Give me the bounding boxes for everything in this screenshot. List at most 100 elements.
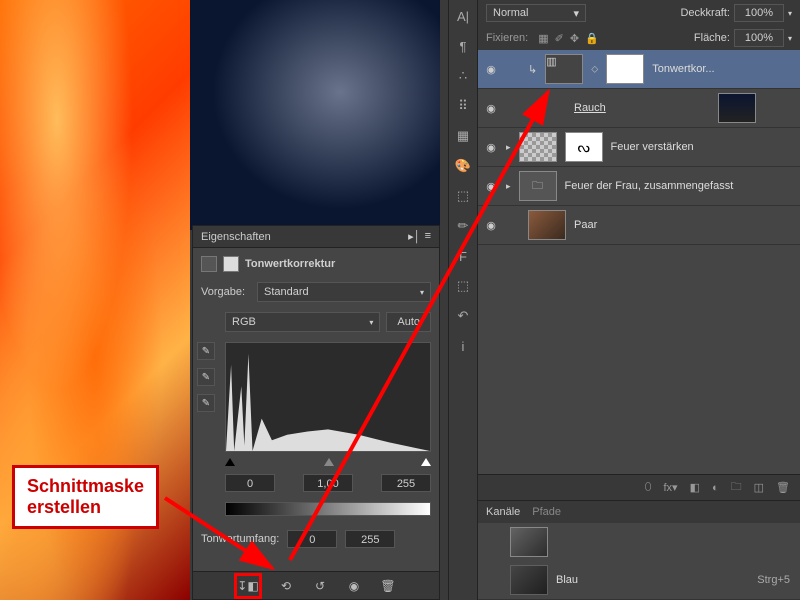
properties-title: Eigenschaften xyxy=(201,231,271,243)
lock-all-icon[interactable]: 🔒 xyxy=(585,32,599,45)
visibility-toggle-icon[interactable]: ◉ xyxy=(484,219,498,232)
eyedropper-white-icon[interactable]: ✎ xyxy=(197,394,215,412)
character-panel-icon[interactable]: A| xyxy=(453,6,473,26)
eyedropper-gray-icon[interactable]: ✎ xyxy=(197,368,215,386)
lock-pixels-icon[interactable]: ✐ xyxy=(555,32,564,45)
layer-name[interactable]: Tonwertkor... xyxy=(652,63,714,75)
layer-thumb-levels[interactable]: ▥ xyxy=(545,54,583,84)
new-group-icon[interactable]: 🗀 xyxy=(731,478,742,497)
adjustment-name: Tonwertkorrektur xyxy=(245,258,335,270)
layer-name[interactable]: Feuer verstärken xyxy=(611,141,694,153)
layer-row[interactable]: ◉ Rauch xyxy=(478,89,800,128)
chevron-down-icon[interactable]: ▾ xyxy=(788,9,792,18)
preset-label: Vorgabe: xyxy=(201,286,251,298)
annotation-callout: Schnittmaske erstellen xyxy=(12,465,159,529)
folder-icon[interactable]: 🗀 xyxy=(519,171,557,201)
tab-paths[interactable]: Pfade xyxy=(532,506,561,518)
visibility-icon[interactable]: ◉ xyxy=(344,577,364,595)
channel-shortcut: Strg+5 xyxy=(757,574,790,586)
panel-collapse-icon[interactable]: ▸│ xyxy=(408,230,420,243)
input-black-field[interactable]: 0 xyxy=(225,474,275,492)
output-white-field[interactable]: 255 xyxy=(345,530,395,548)
output-black-field[interactable]: 0 xyxy=(287,530,337,548)
input-sliders[interactable] xyxy=(225,458,431,470)
output-label: Tonwertumfang: xyxy=(201,533,279,545)
chevron-down-icon: ▾ xyxy=(573,7,579,20)
visibility-toggle-icon[interactable]: ◉ xyxy=(484,102,498,115)
lock-position-icon[interactable]: ✥ xyxy=(570,32,579,45)
input-gamma-field[interactable]: 1,00 xyxy=(303,474,353,492)
chevron-down-icon: ▾ xyxy=(369,318,373,327)
layer-mask-thumb[interactable]: ᔓ xyxy=(565,132,603,162)
canvas-smoke-area xyxy=(190,0,440,230)
adjustment-title-row: Tonwertkorrektur xyxy=(201,256,431,272)
tab-channels[interactable]: Kanäle xyxy=(486,506,520,518)
layer-name[interactable]: Paar xyxy=(574,219,597,231)
channel-row[interactable]: Blau Strg+5 xyxy=(478,561,800,600)
auto-button[interactable]: Auto xyxy=(386,312,431,332)
channel-thumb[interactable] xyxy=(510,565,548,595)
expand-arrow-icon[interactable]: ▸ xyxy=(506,142,511,153)
brush-settings-icon[interactable]: F xyxy=(453,246,473,266)
paragraph-panel-icon[interactable]: ¶ xyxy=(453,36,473,56)
white-point-slider[interactable] xyxy=(421,458,431,466)
layer-thumb[interactable] xyxy=(528,210,566,240)
layer-row[interactable]: ◉ Paar xyxy=(478,206,800,245)
mask-icon xyxy=(223,256,239,272)
channels-panel: Kanäle Pfade Blau Strg+5 xyxy=(478,500,800,600)
color-icon[interactable]: 🎨 xyxy=(453,156,473,176)
panel-menu-icon[interactable]: ≡ xyxy=(425,230,431,243)
styles-icon[interactable]: ∴ xyxy=(453,66,473,86)
black-point-slider[interactable] xyxy=(225,458,235,466)
info-icon[interactable]: i xyxy=(453,336,473,356)
layer-thumb[interactable] xyxy=(519,132,557,162)
channel-name[interactable]: Blau xyxy=(556,574,578,586)
layer-row[interactable]: ◉ ▸ 🗀 Feuer der Frau, zusammengefasst xyxy=(478,167,800,206)
input-white-field[interactable]: 255 xyxy=(381,474,431,492)
properties-header: Eigenschaften ▸│ ≡ xyxy=(193,226,439,248)
brush-presets-icon[interactable]: ⠿ xyxy=(453,96,473,116)
chevron-down-icon[interactable]: ▾ xyxy=(788,34,792,43)
opacity-field[interactable]: 100% xyxy=(734,4,784,22)
swatches-icon[interactable]: ▦ xyxy=(453,126,473,146)
trash-icon[interactable]: 🗑 xyxy=(378,577,398,595)
layer-row[interactable]: ◉ ↳ ▥ ⬦ Tonwertkor... xyxy=(478,50,800,89)
layer-name[interactable]: Rauch xyxy=(574,102,606,114)
eyedropper-black-icon[interactable]: ✎ xyxy=(197,342,215,360)
expand-arrow-icon[interactable]: ▸ xyxy=(506,181,511,192)
reset-icon[interactable]: ↺ xyxy=(310,577,330,595)
channel-thumb[interactable] xyxy=(510,527,548,557)
clip-to-layer-button[interactable]: ↧◧ xyxy=(238,577,258,595)
layer-fx-icon[interactable]: fx▾ xyxy=(663,481,677,494)
clone-source-icon[interactable]: ⬚ xyxy=(453,276,473,296)
new-adjustment-icon[interactable]: ◐ xyxy=(712,482,719,494)
channel-select[interactable]: RGB▾ xyxy=(225,312,380,332)
visibility-toggle-icon[interactable]: ◉ xyxy=(484,180,498,193)
gamma-slider[interactable] xyxy=(324,458,334,466)
layer-thumb[interactable] xyxy=(718,93,756,123)
clip-indicator-icon: ↳ xyxy=(528,63,537,76)
actions-icon[interactable]: ⬚ xyxy=(453,186,473,206)
new-layer-icon[interactable]: ◫ xyxy=(754,481,764,494)
blend-mode-select[interactable]: Normal▾ xyxy=(486,4,586,22)
output-gradient[interactable] xyxy=(225,502,431,516)
brush-icon[interactable]: ✏ xyxy=(453,216,473,236)
add-mask-icon[interactable]: ◧ xyxy=(690,481,700,494)
levels-icon xyxy=(201,256,217,272)
link-layers-icon[interactable]: ⬯ xyxy=(645,481,652,494)
fill-field[interactable]: 100% xyxy=(734,29,784,47)
visibility-toggle-icon[interactable]: ◉ xyxy=(484,141,498,154)
layers-footer: ⬯ fx▾ ◧ ◐ 🗀 ◫ 🗑 xyxy=(478,474,800,500)
layer-name[interactable]: Feuer der Frau, zusammengefasst xyxy=(565,180,734,192)
fill-label: Fläche: xyxy=(694,32,730,44)
history-icon[interactable]: ↶ xyxy=(453,306,473,326)
preset-select[interactable]: Standard▾ xyxy=(257,282,431,302)
channel-row[interactable] xyxy=(478,523,800,561)
layer-mask-thumb[interactable] xyxy=(606,54,644,84)
visibility-toggle-icon[interactable]: ◉ xyxy=(484,63,498,76)
delete-layer-icon[interactable]: 🗑 xyxy=(776,481,790,494)
link-icon: ⬦ xyxy=(591,64,598,75)
lock-transparency-icon[interactable]: ▦ xyxy=(538,32,548,45)
layer-row[interactable]: ◉ ▸ ᔓ Feuer verstärken xyxy=(478,128,800,167)
previous-state-icon[interactable]: ⟲ xyxy=(276,577,296,595)
